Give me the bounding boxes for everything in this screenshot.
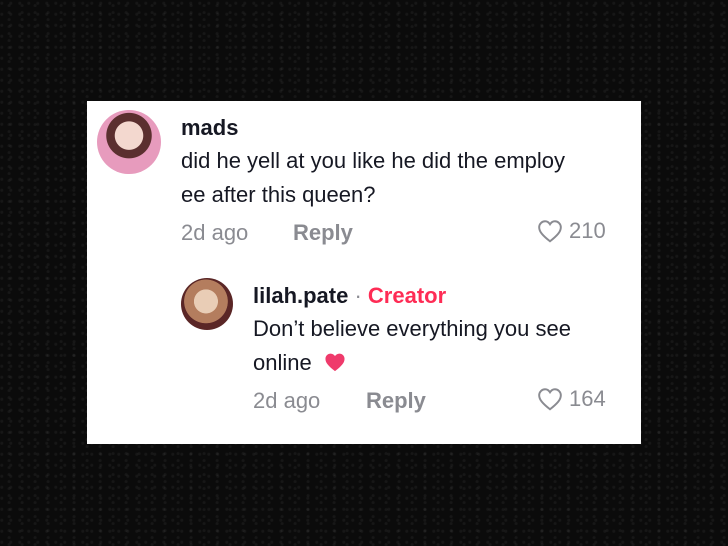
reply-username[interactable]: lilah.pate [253,283,348,308]
comment-text-line-1: did he yell at you like he did the emplo… [181,148,566,173]
avatar[interactable] [97,110,161,174]
avatar[interactable] [181,278,233,330]
creator-badge: Creator [367,283,447,308]
reply-text-line-2-row: online [253,346,346,380]
heart-outline-icon [538,388,562,411]
like-count: 164 [569,386,606,411]
reply-timestamp: 2d ago [253,388,321,413]
like-button[interactable]: 164 [537,386,606,412]
comment-username[interactable]: mads [181,115,238,141]
heart-outline-icon [538,220,562,243]
reply-button[interactable]: Reply [366,388,426,414]
comment-text-line-2: ee after this queen? [181,182,376,207]
reply-username-row: lilah.pate · Creator [253,283,446,309]
reply-text-line-2: online [253,350,312,375]
like-button[interactable]: 210 [537,218,606,244]
reply-text-line-1: Don’t believe everything you see [253,316,571,341]
like-count: 210 [569,218,606,243]
badge-separator: · [348,283,368,308]
comment-card: mads did he yell at you like he did the … [87,101,641,444]
comment-timestamp: 2d ago [181,220,249,245]
heart-emoji-icon [325,353,345,372]
reply-button[interactable]: Reply [293,220,353,246]
